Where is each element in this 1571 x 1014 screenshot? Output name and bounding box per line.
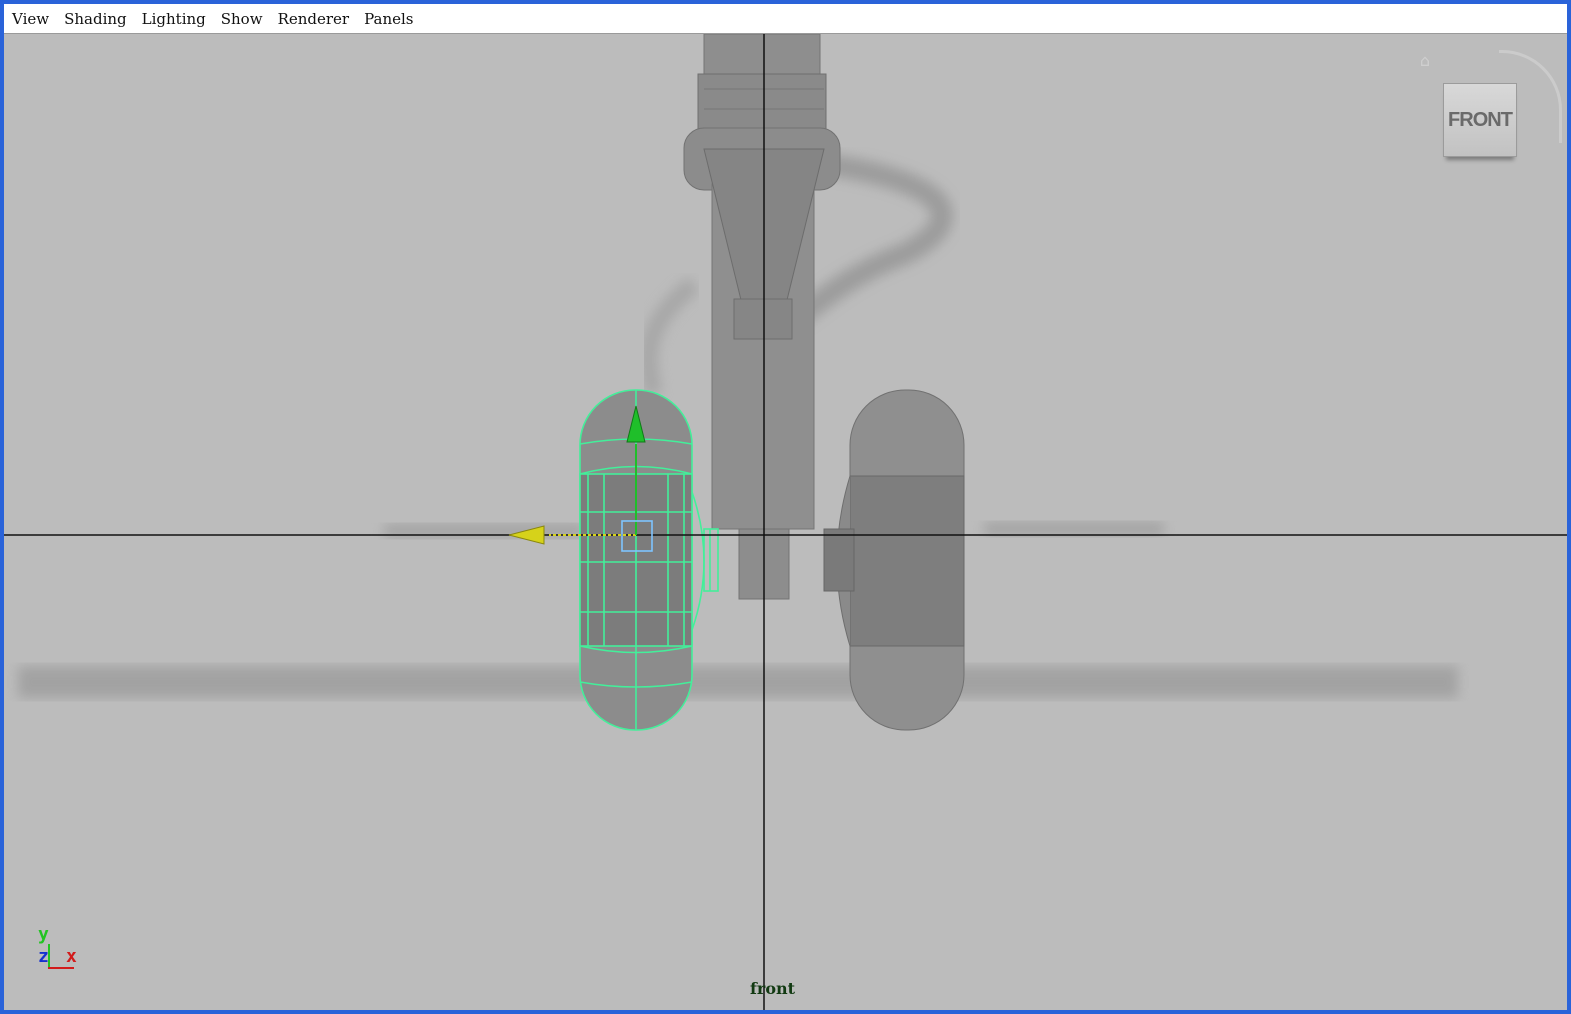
viewcube[interactable]: FRONT (1443, 83, 1517, 157)
viewport-window: View Shading Lighting Show Renderer Pane… (0, 0, 1571, 1014)
menu-renderer[interactable]: Renderer (278, 9, 350, 29)
right-wheel-hub (849, 475, 965, 647)
axle-shadow-right (984, 522, 1164, 536)
menu-shading[interactable]: Shading (64, 9, 127, 29)
home-icon[interactable]: ⌂ (1416, 52, 1434, 70)
axis-x-label: x (66, 946, 77, 967)
menu-panels[interactable]: Panels (364, 9, 413, 29)
scene-render (4, 34, 1567, 1010)
viewcube-face-label: FRONT (1448, 108, 1513, 131)
menu-view[interactable]: View (12, 9, 49, 29)
menu-lighting[interactable]: Lighting (142, 9, 206, 29)
menu-show[interactable]: Show (221, 9, 263, 29)
panel-menubar: View Shading Lighting Show Renderer Pane… (4, 4, 1567, 34)
right-wheel-hubcap (823, 528, 855, 592)
strut-collar (697, 73, 827, 130)
ground-shadow (18, 666, 1458, 698)
axis-z-label: z (38, 946, 49, 967)
camera-name-label: front (750, 979, 796, 998)
axis-indicator: y z x (36, 924, 96, 984)
strut-shadow-left (639, 276, 700, 397)
axis-x-line (48, 967, 74, 969)
strut-joint (733, 298, 793, 340)
axis-y-label: y (38, 924, 49, 945)
front-viewport[interactable]: ⌂ FRONT y z x front (4, 34, 1567, 1010)
